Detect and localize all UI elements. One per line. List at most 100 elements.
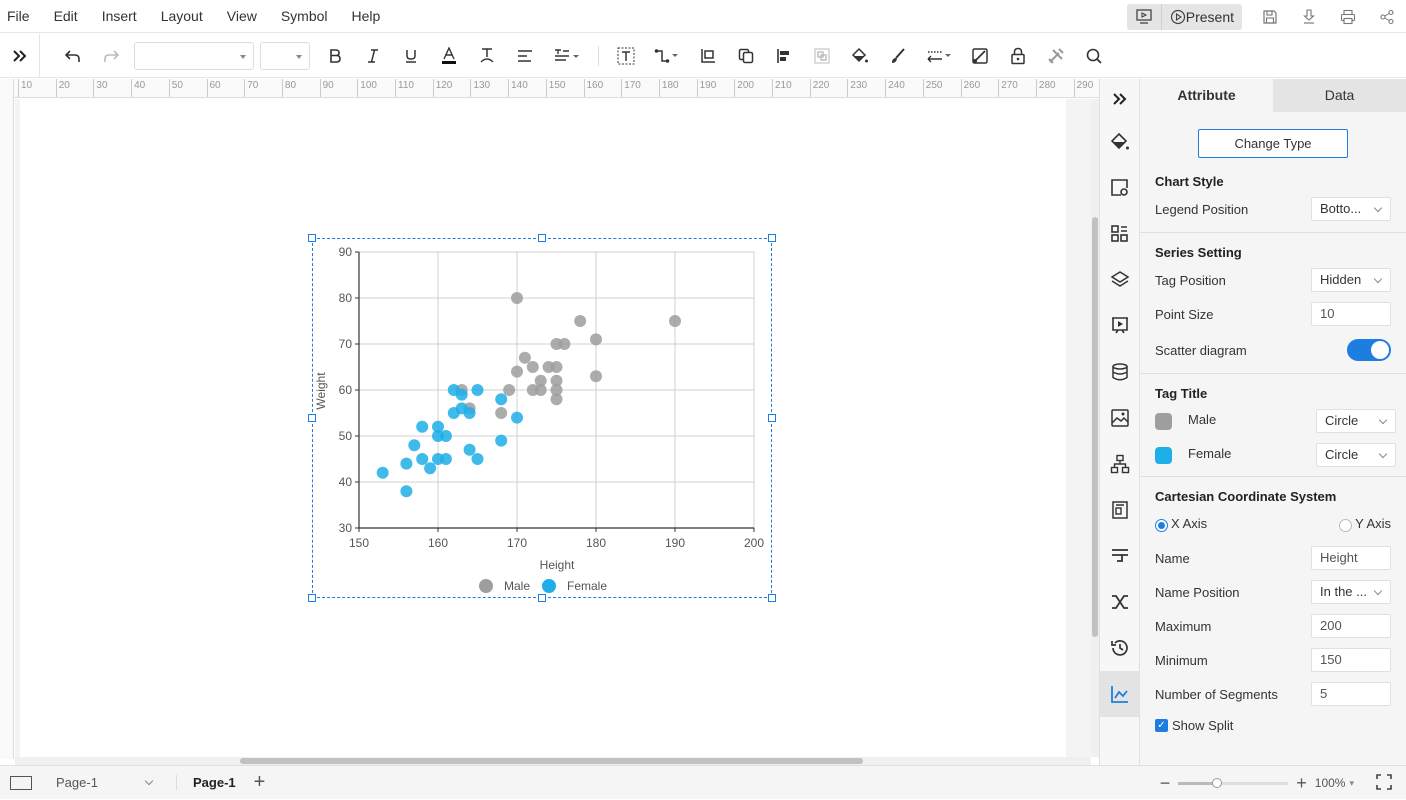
font-family-select[interactable] — [134, 41, 254, 70]
female-shape-select[interactable]: Circle — [1316, 443, 1396, 467]
lock-button[interactable] — [999, 34, 1037, 78]
align-objects-button[interactable] — [765, 34, 803, 78]
fill-button[interactable] — [841, 34, 879, 78]
maximum-input[interactable]: 200 — [1311, 614, 1391, 638]
resize-handle-bottom-right[interactable] — [768, 594, 776, 602]
timeline-button[interactable] — [1100, 533, 1140, 579]
legend-position-label: Legend Position — [1155, 201, 1249, 217]
name-position-select[interactable]: In the ... — [1311, 580, 1391, 604]
download-button[interactable] — [1289, 0, 1328, 33]
fullscreen-button[interactable] — [1376, 773, 1392, 793]
tools-button[interactable] — [1037, 34, 1075, 78]
fill-panel-button[interactable] — [1100, 119, 1140, 165]
resize-handle-bottom-left[interactable] — [308, 594, 316, 602]
tab-data[interactable]: Data — [1273, 79, 1406, 112]
crop-button[interactable] — [803, 34, 841, 78]
male-shape-select[interactable]: Circle — [1316, 409, 1396, 433]
presentation-button[interactable] — [1100, 303, 1140, 349]
resize-handle-bottom[interactable] — [538, 594, 546, 602]
redo-button[interactable] — [92, 34, 130, 78]
align-button[interactable] — [506, 34, 544, 78]
vertical-scrollbar[interactable] — [1091, 99, 1099, 757]
male-color-swatch[interactable] — [1155, 412, 1172, 430]
resize-handle-right[interactable] — [768, 414, 776, 422]
page-setup-button[interactable] — [1100, 165, 1140, 211]
line-color-button[interactable] — [879, 34, 917, 78]
data-button[interactable] — [1100, 349, 1140, 395]
resize-handle-left[interactable] — [308, 414, 316, 422]
underline-button[interactable] — [392, 34, 430, 78]
menu-view[interactable]: View — [219, 8, 273, 24]
search-button[interactable] — [1075, 34, 1113, 78]
italic-button[interactable] — [354, 34, 392, 78]
tab-attribute[interactable]: Attribute — [1140, 79, 1273, 112]
edit-shape-button[interactable] — [961, 34, 999, 78]
line-style-button[interactable] — [917, 34, 961, 78]
chart-settings-button[interactable] — [1100, 671, 1140, 717]
library-button[interactable] — [1100, 211, 1140, 257]
font-size-select[interactable] — [260, 41, 310, 70]
resize-handle-top[interactable] — [538, 234, 546, 242]
bold-button[interactable] — [316, 34, 354, 78]
ruler-tick: 190 — [696, 79, 716, 97]
zoom-level-select[interactable]: 100% — [1315, 776, 1346, 790]
vertical-scroll-thumb[interactable] — [1092, 217, 1098, 637]
menu-help[interactable]: Help — [344, 8, 397, 24]
undo-button[interactable] — [54, 34, 92, 78]
horizontal-scrollbar[interactable] — [15, 757, 1091, 765]
present-button[interactable]: Present — [1160, 3, 1242, 30]
zoom-slider-knob[interactable] — [1211, 777, 1222, 788]
image-button[interactable] — [1100, 395, 1140, 441]
scatter-chart-object[interactable]: 150 160 170 180 190 200 30 40 50 60 70 80 90 Height … — [308, 234, 776, 602]
template-button[interactable] — [1100, 487, 1140, 533]
text-box-button[interactable] — [607, 34, 645, 78]
female-color-swatch[interactable] — [1155, 446, 1172, 464]
male-point — [495, 407, 508, 419]
history-button[interactable] — [1100, 625, 1140, 671]
menu-insert[interactable]: Insert — [94, 8, 153, 24]
save-button[interactable] — [1250, 0, 1289, 33]
expand-toolbar-button[interactable] — [0, 33, 40, 78]
container-button[interactable] — [689, 34, 727, 78]
menu-file[interactable]: File — [0, 8, 46, 24]
page-select[interactable]: Page-1 — [56, 775, 156, 790]
page-layout-icon[interactable] — [10, 775, 32, 790]
legend-position-select[interactable]: Botto... — [1311, 197, 1391, 221]
font-color-button[interactable] — [430, 34, 468, 78]
female-point — [471, 453, 484, 465]
horizontal-scroll-thumb[interactable] — [240, 758, 863, 764]
connector-button[interactable] — [645, 34, 689, 78]
org-chart-button[interactable] — [1100, 441, 1140, 487]
menu-edit[interactable]: Edit — [46, 8, 94, 24]
container-icon — [701, 48, 715, 63]
point-size-input[interactable]: 10 — [1311, 302, 1391, 326]
scatter-diagram-toggle[interactable] — [1347, 339, 1391, 361]
share-button[interactable] — [1367, 0, 1406, 33]
layers-button[interactable] — [1100, 257, 1140, 303]
zoom-slider[interactable] — [1178, 777, 1289, 788]
tag-position-select[interactable]: Hidden — [1311, 268, 1391, 292]
zoom-in-button[interactable]: + — [1296, 773, 1307, 794]
slideshow-button[interactable] — [1127, 4, 1161, 30]
line-spacing-button[interactable] — [544, 34, 590, 78]
add-page-button[interactable]: + — [254, 771, 266, 794]
axis-name-input[interactable]: Height — [1311, 546, 1391, 570]
group-button[interactable] — [727, 34, 765, 78]
y-axis-radio[interactable]: Y Axis — [1339, 516, 1391, 532]
menu-symbol[interactable]: Symbol — [273, 8, 344, 24]
segments-input[interactable]: 5 — [1311, 682, 1391, 706]
ruler-tick: 290 — [1073, 79, 1093, 97]
minimum-input[interactable]: 150 — [1311, 648, 1391, 672]
collapse-panel-button[interactable] — [1100, 79, 1140, 119]
menu-layout[interactable]: Layout — [153, 8, 219, 24]
resize-handle-top-right[interactable] — [768, 234, 776, 242]
x-axis-radio[interactable]: X Axis — [1155, 516, 1207, 532]
show-split-checkbox[interactable]: ✓ — [1155, 718, 1168, 732]
print-button[interactable] — [1328, 0, 1367, 33]
mindmap-button[interactable] — [1100, 579, 1140, 625]
text-path-button[interactable] — [468, 34, 506, 78]
zoom-out-button[interactable]: − — [1160, 773, 1171, 794]
page-tab[interactable]: Page-1 — [176, 775, 236, 790]
change-type-button[interactable]: Change Type — [1198, 129, 1348, 158]
resize-handle-top-left[interactable] — [308, 234, 316, 242]
